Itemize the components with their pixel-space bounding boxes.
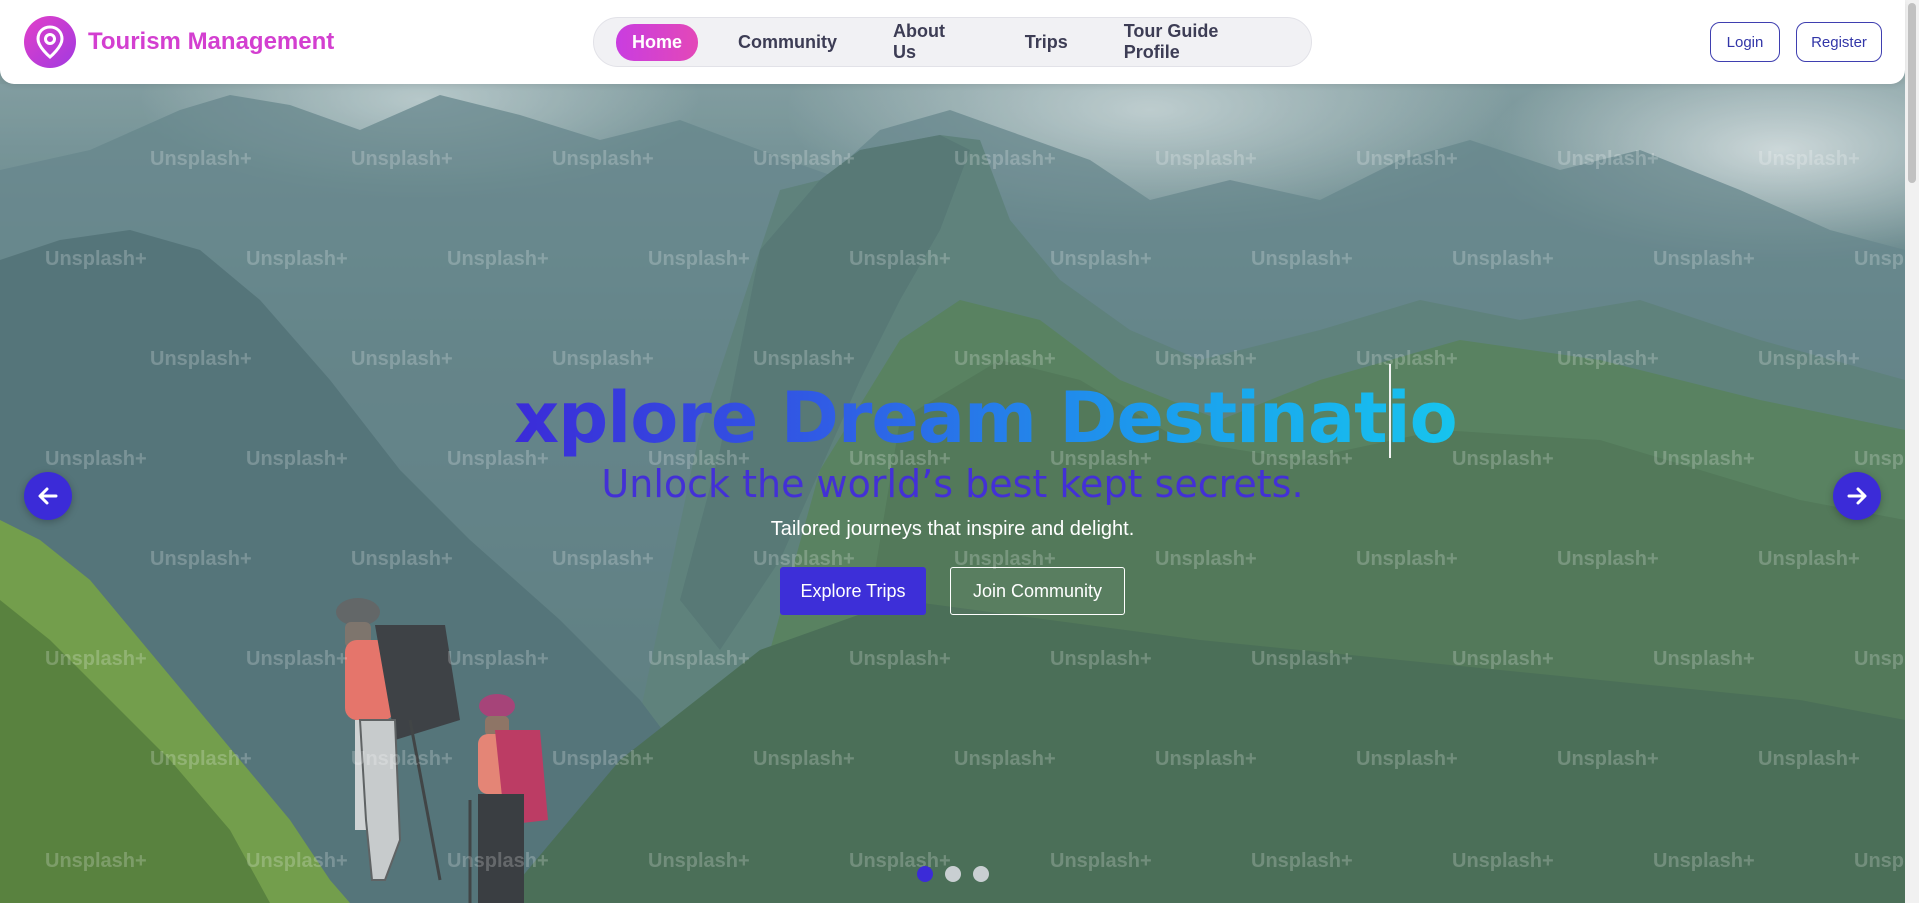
carousel-indicators xyxy=(917,866,1001,882)
brand-name: Tourism Management xyxy=(88,28,335,55)
explore-trips-button[interactable]: Explore Trips xyxy=(780,567,926,615)
main-nav: Home Community About Us Trips Tour Guide… xyxy=(593,17,1312,67)
nav-item-home[interactable]: Home xyxy=(616,23,699,61)
carousel-dot[interactable] xyxy=(973,866,989,882)
login-button[interactable]: Login xyxy=(1710,22,1780,62)
carousel-dot[interactable] xyxy=(917,866,933,882)
nav-item-trips[interactable]: Trips xyxy=(1009,24,1084,61)
nav-item-community[interactable]: Community xyxy=(722,24,853,61)
scrollbar-thumb[interactable] xyxy=(1908,3,1916,183)
carousel-dot[interactable] xyxy=(945,866,961,882)
hero-headline: xplore Dream Destinatio xyxy=(514,377,1458,459)
typing-caret xyxy=(1389,364,1391,458)
arrow-right-icon xyxy=(1847,487,1867,505)
brand[interactable]: Tourism Management xyxy=(24,16,334,68)
page-scrollbar[interactable] xyxy=(1905,0,1919,903)
map-pin-icon xyxy=(24,16,76,68)
join-community-button[interactable]: Join Community xyxy=(950,567,1125,615)
register-button[interactable]: Register xyxy=(1796,22,1882,62)
top-navbar: Tourism Management Home Community About … xyxy=(0,0,1905,84)
carousel-next-button[interactable] xyxy=(1833,472,1881,520)
hero-tagline: Tailored journeys that inspire and delig… xyxy=(770,518,1135,540)
arrow-left-icon xyxy=(38,487,58,505)
hero-subheadline: Unlock the world’s best kept secrets. xyxy=(601,462,1304,506)
nav-item-about-us[interactable]: About Us xyxy=(877,13,985,71)
carousel-prev-button[interactable] xyxy=(24,472,72,520)
nav-item-tour-guide-profile[interactable]: Tour Guide Profile xyxy=(1108,13,1287,71)
